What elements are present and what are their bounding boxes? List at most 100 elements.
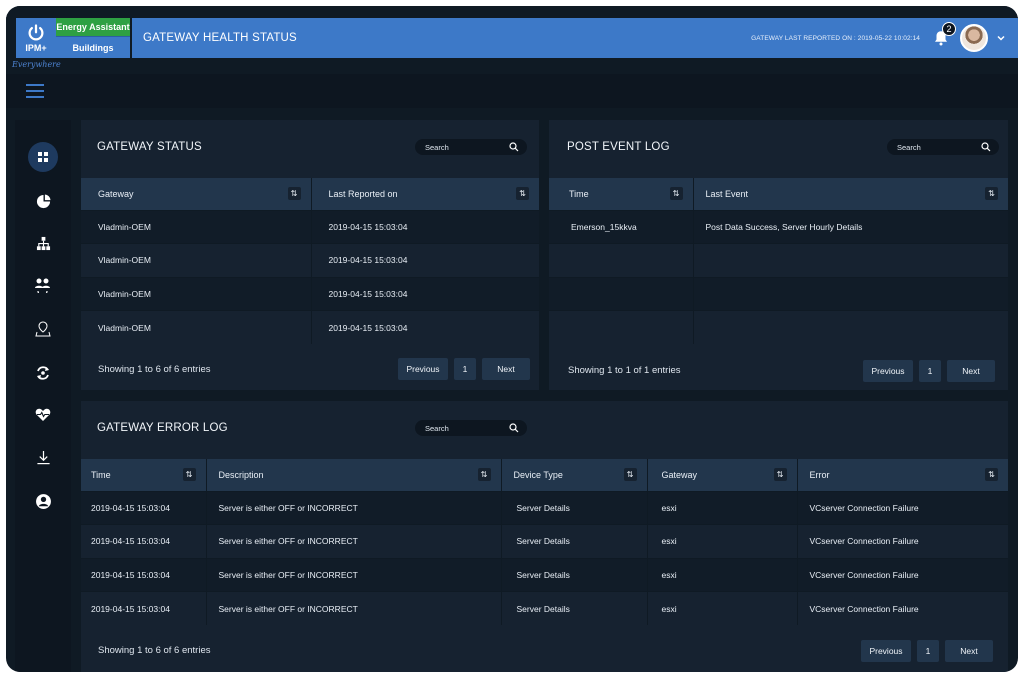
tab-energy-assistant[interactable]: Energy Assistant	[56, 18, 130, 36]
table-row[interactable]: 2019-04-15 15:03:04 Server is either OFF…	[81, 524, 1008, 558]
device-type-cell: Server Details	[500, 591, 647, 625]
post-event-search[interactable]	[887, 139, 999, 155]
sidebar-item-health[interactable]	[28, 400, 58, 430]
time-cell: 2019-04-15 15:03:04	[310, 243, 539, 277]
next-button[interactable]: Next	[945, 640, 993, 662]
sort-icon[interactable]: ⇅	[516, 187, 529, 200]
page-number-button[interactable]: 1	[919, 360, 941, 382]
error-log-search[interactable]	[415, 420, 527, 436]
table-row[interactable]: Emerson_15kkva Post Data Success, Server …	[549, 209, 1008, 244]
page-title: GATEWAY HEALTH STATUS	[143, 32, 297, 44]
gateway-cell: esxi	[646, 591, 797, 625]
search-icon	[509, 423, 519, 433]
column-label: Last Reported on	[328, 188, 398, 199]
logo-text: IPM+	[25, 42, 47, 53]
user-settings-icon	[35, 278, 50, 293]
gateway-cell: esxi	[646, 557, 797, 592]
panel-title: POST EVENT LOG	[567, 141, 670, 153]
sort-icon[interactable]: ⇅	[623, 468, 637, 481]
device-type-cell: Server Details	[500, 490, 647, 525]
chevron-down-icon[interactable]	[996, 33, 1006, 43]
hamburger-menu-icon[interactable]	[26, 84, 44, 98]
next-button[interactable]: Next	[482, 358, 530, 380]
next-button[interactable]: Next	[947, 360, 995, 382]
sidebar-item-locations[interactable]	[28, 314, 58, 344]
page-number-button[interactable]: 1	[454, 358, 476, 380]
search-input[interactable]	[425, 423, 505, 433]
table-row[interactable]: 2019-04-15 15:03:04 Server is either OFF…	[81, 591, 1008, 625]
column-label: Last Event	[705, 188, 749, 199]
sidebar-item-profile[interactable]	[28, 486, 58, 516]
table-header-row: Time ⇅ Last Event ⇅	[549, 178, 1008, 210]
page-number-button[interactable]: 1	[917, 640, 939, 662]
app-switcher: Energy Assistant Buildings	[56, 18, 130, 58]
column-header-time: Time ⇅	[549, 178, 693, 210]
time-cell: 2019-04-15 15:03:04	[310, 310, 539, 344]
time-cell: 2019-04-15 15:03:04	[81, 557, 206, 592]
event-cell	[692, 276, 1008, 311]
previous-button[interactable]: Previous	[863, 360, 913, 382]
time-cell: 2019-04-15 15:03:04	[310, 209, 539, 244]
time-cell: 2019-04-15 15:03:04	[310, 276, 539, 311]
previous-button[interactable]: Previous	[861, 640, 911, 662]
brand-tagline: Everywhere	[12, 60, 61, 69]
sort-icon[interactable]: ⇅	[287, 187, 301, 200]
table-row[interactable]: Vladmin-OEM 2019-04-15 15:03:04	[81, 310, 539, 344]
sidebar-item-downloads[interactable]	[28, 442, 58, 472]
description-cell: Server is either OFF or INCORRECT	[205, 591, 501, 625]
sort-icon[interactable]: ⇅	[182, 468, 196, 481]
notification-count-badge: 2	[942, 22, 956, 36]
table-row[interactable]: Vladmin-OEM 2019-04-15 15:03:04	[81, 276, 539, 311]
sidebar	[15, 120, 71, 672]
error-cell: VCserver Connection Failure	[796, 557, 1008, 592]
column-label: Description	[218, 469, 264, 480]
sort-icon[interactable]: ⇅	[985, 468, 998, 481]
sort-icon[interactable]: ⇅	[477, 468, 491, 481]
column-header-last-reported: Last Reported on ⇅	[310, 178, 539, 210]
previous-button[interactable]: Previous	[398, 358, 448, 380]
entries-info: Showing 1 to 6 of 6 entries	[98, 364, 211, 375]
sidebar-item-hierarchy[interactable]	[28, 228, 58, 258]
tab-buildings[interactable]: Buildings	[56, 36, 130, 58]
pie-chart-icon	[36, 193, 51, 208]
description-cell: Server is either OFF or INCORRECT	[205, 490, 501, 525]
user-avatar[interactable]	[960, 24, 988, 52]
sidebar-item-analytics[interactable]	[28, 186, 58, 216]
column-label: Error	[809, 469, 830, 480]
column-header-error: Error ⇅	[796, 459, 1008, 491]
error-cell: VCserver Connection Failure	[796, 524, 1008, 558]
table-header-row: Time ⇅ Description ⇅ Device Type ⇅ Gateway ⇅…	[81, 459, 1008, 491]
sort-icon[interactable]: ⇅	[985, 187, 998, 200]
sidebar-item-dashboard[interactable]	[28, 142, 58, 172]
table-row[interactable]: Vladmin-OEM 2019-04-15 15:03:04	[81, 243, 539, 277]
column-header-gateway: Gateway ⇅	[81, 178, 311, 210]
entries-info: Showing 1 to 6 of 6 entries	[98, 645, 211, 656]
column-header-time: Time ⇅	[81, 459, 206, 491]
gateway-cell: esxi	[646, 490, 797, 525]
error-cell: VCserver Connection Failure	[796, 490, 1008, 525]
refresh-icon	[37, 366, 49, 380]
post-event-table: Time ⇅ Last Event ⇅ Emerson_15kkva Post Dat…	[549, 178, 1008, 344]
search-input[interactable]	[897, 142, 977, 152]
column-header-device-type: Device Type ⇅	[500, 459, 647, 491]
gateway-status-search[interactable]	[415, 139, 527, 155]
app-window: IPM+ Everywhere Energy Assistant Buildin…	[6, 6, 1018, 672]
notifications-button[interactable]: 2	[932, 22, 956, 47]
search-input[interactable]	[425, 142, 505, 152]
download-icon	[36, 450, 50, 464]
sidebar-item-users[interactable]	[28, 270, 58, 300]
brand-logo[interactable]: IPM+	[16, 18, 56, 58]
panel-title: GATEWAY STATUS	[97, 141, 202, 153]
table-row[interactable]: Vladmin-OEM 2019-04-15 15:03:04	[81, 209, 539, 244]
sort-icon[interactable]: ⇅	[669, 187, 683, 200]
table-row[interactable]: 2019-04-15 15:03:04 Server is either OFF…	[81, 557, 1008, 592]
sidebar-item-sync[interactable]	[28, 358, 58, 388]
gateway-cell: Vladmin-OEM	[81, 209, 311, 244]
table-row[interactable]: 2019-04-15 15:03:04 Server is either OFF…	[81, 490, 1008, 525]
gateway-cell: Vladmin-OEM	[81, 310, 311, 344]
user-circle-icon	[35, 493, 51, 509]
sort-icon[interactable]: ⇅	[773, 468, 787, 481]
table-row	[549, 310, 1008, 344]
gateway-cell: esxi	[646, 524, 797, 558]
description-cell: Server is either OFF or INCORRECT	[205, 524, 501, 558]
